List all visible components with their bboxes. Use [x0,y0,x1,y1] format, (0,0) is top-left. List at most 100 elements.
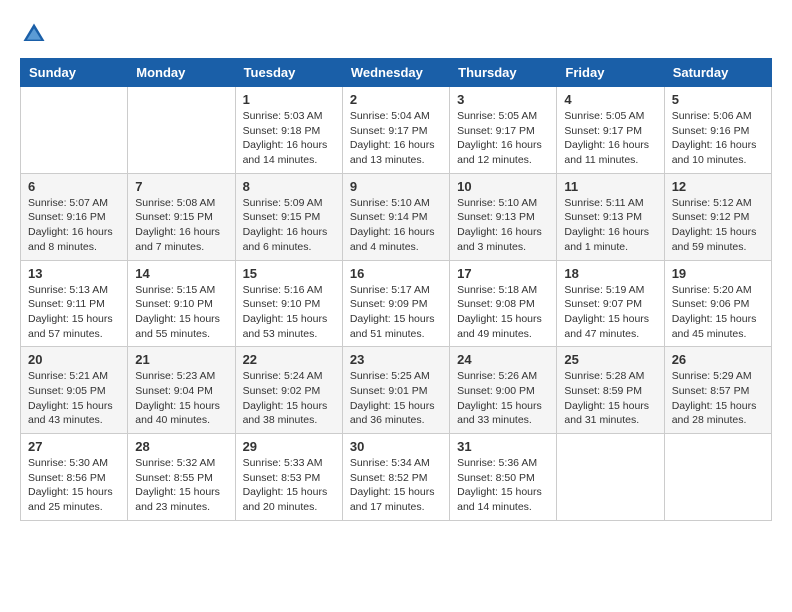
page-header [20,20,772,48]
day-info: Sunrise: 5:36 AM Sunset: 8:50 PM Dayligh… [457,456,549,515]
day-number: 28 [135,439,227,454]
day-number: 31 [457,439,549,454]
day-info: Sunrise: 5:32 AM Sunset: 8:55 PM Dayligh… [135,456,227,515]
day-cell [21,87,128,174]
day-info: Sunrise: 5:20 AM Sunset: 9:06 PM Dayligh… [672,283,764,342]
day-number: 27 [28,439,120,454]
day-cell: 19Sunrise: 5:20 AM Sunset: 9:06 PM Dayli… [664,260,771,347]
day-number: 30 [350,439,442,454]
day-cell: 10 Sunrise: 5:10 AM Sunset: 9:13 PM Dayli… [450,173,557,260]
day-number: 7 [135,179,227,194]
day-cell: 3Sunrise: 5:05 AM Sunset: 9:17 PM Daylig… [450,87,557,174]
day-number: 16 [350,266,442,281]
day-cell: 29 Sunrise: 5:33 AM Sunset: 8:53 PM Dayli… [235,434,342,521]
day-info: Sunrise: 5:33 AM Sunset: 8:53 PM Dayligh… [243,456,335,515]
logo [20,20,52,48]
day-info: Sunrise: 5:25 AM Sunset: 9:01 PM Dayligh… [350,369,442,428]
day-info: Sunrise: 5:18 AM Sunset: 9:08 PM Dayligh… [457,283,549,342]
day-cell [128,87,235,174]
day-number: 15 [243,266,335,281]
day-cell: 28 Sunrise: 5:32 AM Sunset: 8:55 PM Dayli… [128,434,235,521]
day-cell: 22 Sunrise: 5:24 AM Sunset: 9:02 PM Dayli… [235,347,342,434]
day-info: Sunrise: 5:17 AM Sunset: 9:09 PM Dayligh… [350,283,442,342]
day-info: Sunrise: 5:05 AM Sunset: 9:17 PM Dayligh… [564,109,656,168]
day-info: Sunrise: 5:08 AM Sunset: 9:15 PM Dayligh… [135,196,227,255]
day-cell: 8Sunrise: 5:09 AM Sunset: 9:15 PM Daylig… [235,173,342,260]
day-number: 5 [672,92,764,107]
column-header-thursday: Thursday [450,59,557,87]
day-info: Sunrise: 5:23 AM Sunset: 9:04 PM Dayligh… [135,369,227,428]
day-cell [557,434,664,521]
column-header-tuesday: Tuesday [235,59,342,87]
day-info: Sunrise: 5:16 AM Sunset: 9:10 PM Dayligh… [243,283,335,342]
day-cell: 12 Sunrise: 5:12 AM Sunset: 9:12 PM Dayli… [664,173,771,260]
day-info: Sunrise: 5:07 AM Sunset: 9:16 PM Dayligh… [28,196,120,255]
column-header-wednesday: Wednesday [342,59,449,87]
day-cell: 25 Sunrise: 5:28 AM Sunset: 8:59 PM Dayli… [557,347,664,434]
day-cell: 17 Sunrise: 5:18 AM Sunset: 9:08 PM Dayli… [450,260,557,347]
day-info: Sunrise: 5:34 AM Sunset: 8:52 PM Dayligh… [350,456,442,515]
day-number: 24 [457,352,549,367]
calendar: SundayMondayTuesdayWednesdayThursdayFrid… [20,58,772,521]
day-cell: 31 Sunrise: 5:36 AM Sunset: 8:50 PM Dayli… [450,434,557,521]
day-info: Sunrise: 5:30 AM Sunset: 8:56 PM Dayligh… [28,456,120,515]
day-number: 12 [672,179,764,194]
day-number: 1 [243,92,335,107]
day-number: 13 [28,266,120,281]
day-number: 17 [457,266,549,281]
day-cell: 7 Sunrise: 5:08 AM Sunset: 9:15 PM Daylig… [128,173,235,260]
day-cell: 15 Sunrise: 5:16 AM Sunset: 9:10 PM Dayli… [235,260,342,347]
day-cell: 14 Sunrise: 5:15 AM Sunset: 9:10 PM Dayli… [128,260,235,347]
day-cell [664,434,771,521]
day-number: 4 [564,92,656,107]
day-number: 22 [243,352,335,367]
day-cell: 9Sunrise: 5:10 AM Sunset: 9:14 PM Daylig… [342,173,449,260]
day-number: 26 [672,352,764,367]
day-cell: 24 Sunrise: 5:26 AM Sunset: 9:00 PM Dayli… [450,347,557,434]
calendar-header-row: SundayMondayTuesdayWednesdayThursdayFrid… [21,59,772,87]
day-number: 20 [28,352,120,367]
day-number: 2 [350,92,442,107]
week-row-1: 1 Sunrise: 5:03 AM Sunset: 9:18 PM Daylig… [21,87,772,174]
day-number: 29 [243,439,335,454]
day-cell: 21Sunrise: 5:23 AM Sunset: 9:04 PM Dayli… [128,347,235,434]
day-cell: 23Sunrise: 5:25 AM Sunset: 9:01 PM Dayli… [342,347,449,434]
day-info: Sunrise: 5:09 AM Sunset: 9:15 PM Dayligh… [243,196,335,255]
day-info: Sunrise: 5:05 AM Sunset: 9:17 PM Dayligh… [457,109,549,168]
day-number: 10 [457,179,549,194]
day-info: Sunrise: 5:15 AM Sunset: 9:10 PM Dayligh… [135,283,227,342]
day-cell: 20 Sunrise: 5:21 AM Sunset: 9:05 PM Dayli… [21,347,128,434]
day-number: 25 [564,352,656,367]
day-info: Sunrise: 5:21 AM Sunset: 9:05 PM Dayligh… [28,369,120,428]
day-info: Sunrise: 5:26 AM Sunset: 9:00 PM Dayligh… [457,369,549,428]
day-info: Sunrise: 5:28 AM Sunset: 8:59 PM Dayligh… [564,369,656,428]
day-info: Sunrise: 5:03 AM Sunset: 9:18 PM Dayligh… [243,109,335,168]
day-cell: 6Sunrise: 5:07 AM Sunset: 9:16 PM Daylig… [21,173,128,260]
day-info: Sunrise: 5:06 AM Sunset: 9:16 PM Dayligh… [672,109,764,168]
day-info: Sunrise: 5:24 AM Sunset: 9:02 PM Dayligh… [243,369,335,428]
day-info: Sunrise: 5:10 AM Sunset: 9:13 PM Dayligh… [457,196,549,255]
day-cell: 4 Sunrise: 5:05 AM Sunset: 9:17 PM Daylig… [557,87,664,174]
week-row-4: 20 Sunrise: 5:21 AM Sunset: 9:05 PM Dayli… [21,347,772,434]
week-row-2: 6Sunrise: 5:07 AM Sunset: 9:16 PM Daylig… [21,173,772,260]
day-cell: 27 Sunrise: 5:30 AM Sunset: 8:56 PM Dayli… [21,434,128,521]
day-cell: 1 Sunrise: 5:03 AM Sunset: 9:18 PM Daylig… [235,87,342,174]
day-number: 9 [350,179,442,194]
day-cell: 13Sunrise: 5:13 AM Sunset: 9:11 PM Dayli… [21,260,128,347]
day-number: 18 [564,266,656,281]
day-info: Sunrise: 5:04 AM Sunset: 9:17 PM Dayligh… [350,109,442,168]
day-cell: 2 Sunrise: 5:04 AM Sunset: 9:17 PM Daylig… [342,87,449,174]
day-info: Sunrise: 5:12 AM Sunset: 9:12 PM Dayligh… [672,196,764,255]
logo-icon [20,20,48,48]
day-number: 11 [564,179,656,194]
day-cell: 30 Sunrise: 5:34 AM Sunset: 8:52 PM Dayli… [342,434,449,521]
day-cell: 26 Sunrise: 5:29 AM Sunset: 8:57 PM Dayli… [664,347,771,434]
day-number: 14 [135,266,227,281]
column-header-friday: Friday [557,59,664,87]
column-header-monday: Monday [128,59,235,87]
day-info: Sunrise: 5:29 AM Sunset: 8:57 PM Dayligh… [672,369,764,428]
day-info: Sunrise: 5:11 AM Sunset: 9:13 PM Dayligh… [564,196,656,255]
week-row-5: 27 Sunrise: 5:30 AM Sunset: 8:56 PM Dayli… [21,434,772,521]
day-cell: 5 Sunrise: 5:06 AM Sunset: 9:16 PM Daylig… [664,87,771,174]
day-info: Sunrise: 5:19 AM Sunset: 9:07 PM Dayligh… [564,283,656,342]
